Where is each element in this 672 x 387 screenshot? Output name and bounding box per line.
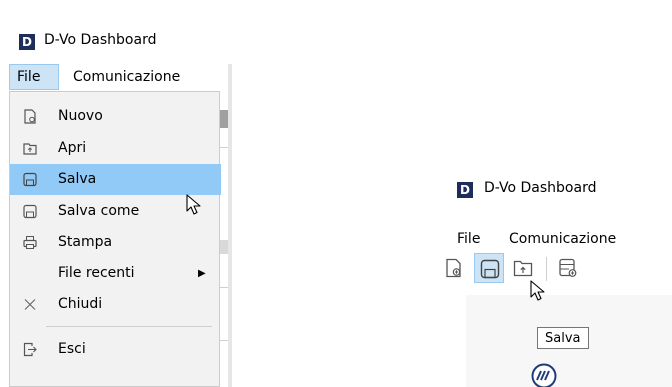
new-dashboard-icon bbox=[559, 258, 577, 277]
mouse-cursor-icon bbox=[186, 194, 201, 215]
menu-comunicazione[interactable]: Comunicazione bbox=[73, 64, 180, 90]
menu-item-label: Nuovo bbox=[58, 108, 103, 124]
toolbar-new-dashboard-button[interactable] bbox=[553, 253, 583, 283]
background-divider bbox=[220, 147, 228, 148]
toolbar-save-button[interactable] bbox=[474, 253, 504, 283]
menu-separator bbox=[46, 326, 212, 327]
menu-item-label: Stampa bbox=[58, 234, 113, 250]
background-divider bbox=[220, 340, 228, 341]
save-icon bbox=[23, 172, 37, 187]
exit-icon bbox=[23, 342, 37, 357]
background-toolbar-fragment bbox=[220, 110, 228, 128]
app-logo-icon: D bbox=[457, 182, 473, 198]
menu-item-label: Salva come bbox=[58, 203, 140, 219]
window-title: D-Vo Dashboard bbox=[484, 180, 597, 196]
open-folder-icon bbox=[513, 260, 533, 277]
save-icon bbox=[480, 259, 500, 279]
background-fragment bbox=[220, 240, 228, 254]
background-divider bbox=[220, 287, 228, 288]
app-logo-icon: D bbox=[19, 34, 35, 50]
menu-item-file-recenti[interactable]: File recenti ▶ bbox=[10, 258, 221, 289]
menu-item-apri[interactable]: Apri bbox=[10, 133, 221, 164]
toolbar-new-button[interactable] bbox=[439, 253, 469, 283]
new-file-icon bbox=[446, 258, 461, 278]
save-as-icon bbox=[23, 204, 37, 219]
menu-item-nuovo[interactable]: Nuovo bbox=[10, 101, 221, 132]
menu-item-stampa[interactable]: Stampa bbox=[10, 227, 221, 258]
menu-item-label: File recenti bbox=[58, 265, 135, 281]
menu-file[interactable]: File bbox=[457, 231, 480, 247]
menu-item-salva[interactable]: Salva bbox=[10, 164, 221, 195]
toolbar bbox=[437, 253, 672, 295]
window-title: D-Vo Dashboard bbox=[44, 32, 157, 48]
file-dropdown-menu: Nuovo Apri Salva Salva come Stampa File … bbox=[9, 91, 221, 387]
menu-file[interactable]: File bbox=[9, 64, 59, 90]
open-folder-icon bbox=[23, 143, 37, 155]
menu-item-label: Chiudi bbox=[58, 296, 103, 312]
submenu-arrow-icon: ▶ bbox=[198, 268, 206, 279]
menu-comunicazione[interactable]: Comunicazione bbox=[509, 231, 616, 247]
menu-item-label: Apri bbox=[58, 140, 87, 156]
menu-item-label: Esci bbox=[58, 341, 86, 357]
print-icon bbox=[23, 236, 37, 249]
left-screenshot-panel: D D-Vo Dashboard File Comunicazione Nuov… bbox=[0, 0, 232, 387]
menu-item-chiudi[interactable]: Chiudi bbox=[10, 289, 221, 320]
new-file-icon bbox=[24, 109, 36, 124]
device-logo-icon bbox=[531, 363, 557, 387]
close-icon bbox=[24, 299, 36, 310]
menu-item-esci[interactable]: Esci bbox=[10, 334, 221, 365]
menu-item-label: Salva bbox=[58, 171, 97, 187]
toolbar-separator bbox=[546, 257, 547, 281]
right-screenshot-panel: D D-Vo Dashboard File Comunicazione Salv… bbox=[437, 160, 672, 387]
save-tooltip: Salva bbox=[537, 327, 589, 349]
mouse-cursor-icon bbox=[530, 280, 545, 301]
window-edge bbox=[228, 64, 232, 387]
toolbar-open-button[interactable] bbox=[508, 253, 538, 283]
